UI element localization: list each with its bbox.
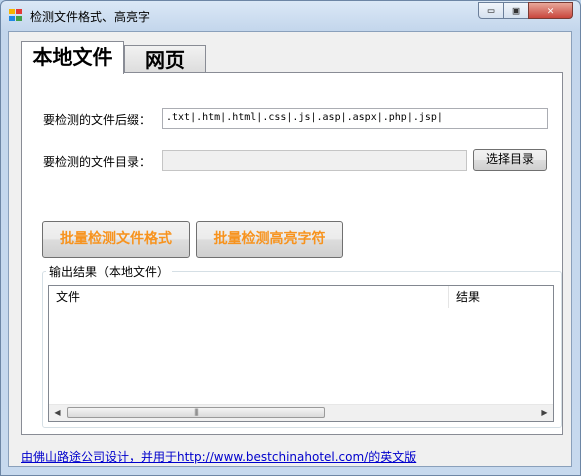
batch-highlight-button[interactable]: 批量检测高亮字符 bbox=[196, 221, 343, 258]
close-button[interactable]: ✕ bbox=[528, 2, 573, 19]
client-area: 本地文件 网页 要检测的文件后缀： .txt|.htm|.html|.css|.… bbox=[8, 31, 572, 467]
local-files-panel: 要检测的文件后缀： .txt|.htm|.html|.css|.js|.asp|… bbox=[21, 72, 563, 435]
extensions-label: 要检测的文件后缀： bbox=[43, 113, 152, 127]
scroll-left-icon[interactable]: ◀ bbox=[49, 405, 66, 421]
tab-local-files[interactable]: 本地文件 bbox=[21, 41, 124, 74]
maximize-button[interactable]: ▣ bbox=[503, 2, 529, 19]
app-icon bbox=[9, 9, 23, 22]
output-group-title: 输出结果（本地文件） bbox=[46, 263, 173, 280]
maximize-icon: ▣ bbox=[512, 4, 520, 17]
close-icon: ✕ bbox=[547, 4, 554, 17]
directory-input[interactable] bbox=[162, 150, 467, 171]
scroll-thumb[interactable]: ||| bbox=[67, 407, 325, 418]
results-listview[interactable]: 文件 结果 ◀ ||| ▶ bbox=[48, 285, 554, 422]
main-window: 检测文件格式、高亮字 ▭ ▣ ✕ 本地文件 网页 要检测的文件后缀： .txt|… bbox=[0, 0, 581, 476]
batch-check-format-button[interactable]: 批量检测文件格式 bbox=[42, 221, 190, 258]
footer-link[interactable]: 由佛山路途公司设计，并用于http://www.bestchinahotel.c… bbox=[21, 448, 416, 465]
column-header-file[interactable]: 文件 bbox=[49, 286, 449, 308]
select-directory-button[interactable]: 选择目录 bbox=[473, 149, 547, 171]
window-title: 检测文件格式、高亮字 bbox=[30, 10, 151, 24]
scroll-right-icon[interactable]: ▶ bbox=[536, 405, 553, 421]
tab-web-page[interactable]: 网页 bbox=[124, 45, 206, 73]
horizontal-scrollbar[interactable]: ◀ ||| ▶ bbox=[49, 404, 553, 421]
minimize-icon: ▭ bbox=[487, 4, 495, 17]
extensions-input[interactable]: .txt|.htm|.html|.css|.js|.asp|.aspx|.php… bbox=[162, 108, 548, 129]
minimize-button[interactable]: ▭ bbox=[478, 2, 504, 19]
column-header-result[interactable]: 结果 bbox=[449, 286, 553, 308]
directory-label: 要检测的文件目录： bbox=[43, 155, 152, 169]
title-bar[interactable]: 检测文件格式、高亮字 ▭ ▣ ✕ bbox=[1, 1, 580, 31]
